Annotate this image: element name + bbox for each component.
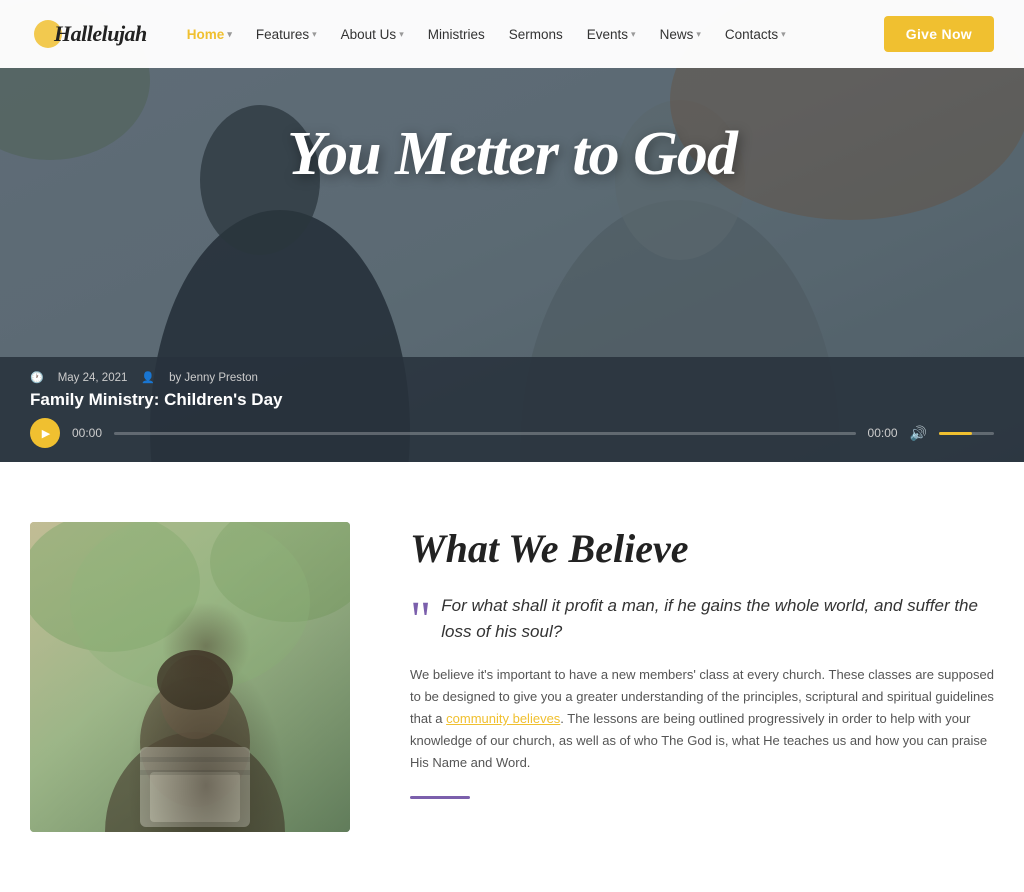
nav-item-events[interactable]: Events ▾ [577,21,646,48]
believe-section: What We Believe " For what shall it prof… [0,462,1024,892]
nav-item-about[interactable]: About Us ▾ [331,21,414,48]
audio-progress-track[interactable] [114,432,856,435]
audio-metadata: May 24, 2021 by Jenny Preston [30,371,994,384]
play-button[interactable] [30,418,60,448]
logo[interactable]: Hallelujah [30,20,147,48]
audio-title: Family Ministry: Children's Day [30,390,994,410]
section-title: What We Believe [410,527,994,571]
nav-item-home[interactable]: Home ▾ [177,21,242,48]
chevron-down-icon: ▾ [781,29,786,40]
image-overlay [30,522,350,832]
chevron-down-icon: ▾ [312,29,317,40]
volume-icon[interactable]: 🔊 [910,425,927,442]
community-link[interactable]: community believes [446,711,560,726]
give-now-button[interactable]: Give Now [884,16,994,52]
nav-links: Home ▾ Features ▾ About Us ▾ Ministries … [177,21,884,48]
quote-marks-icon: " [410,603,431,639]
blockquote-area: " For what shall it profit a man, if he … [410,593,994,644]
believe-text-content: What We Believe " For what shall it prof… [410,522,994,799]
nav-item-contacts[interactable]: Contacts ▾ [715,21,796,48]
nav-item-sermons[interactable]: Sermons [499,21,573,48]
audio-time-start: 00:00 [72,426,102,440]
volume-fill [939,432,972,435]
clock-icon [30,371,44,384]
audio-date: May 24, 2021 [58,372,128,384]
user-icon [141,371,155,384]
body-text: We believe it's important to have a new … [410,664,994,774]
chevron-down-icon: ▾ [399,29,404,40]
chevron-down-icon: ▾ [631,29,636,40]
believe-section-image [30,522,350,832]
accent-divider [410,796,470,799]
volume-track[interactable] [939,432,994,435]
nav-item-features[interactable]: Features ▾ [246,21,327,48]
navbar: Hallelujah Home ▾ Features ▾ About Us ▾ … [0,0,1024,68]
logo-label: Hallelujah [54,21,147,47]
chevron-down-icon: ▾ [227,29,232,40]
nav-item-news[interactable]: News ▾ [650,21,711,48]
hero-section: You Metter to God May 24, 2021 by Jenny … [0,0,1024,462]
chevron-down-icon: ▾ [696,29,701,40]
audio-player-bar: May 24, 2021 by Jenny Preston Family Min… [0,357,1024,462]
nav-item-ministries[interactable]: Ministries [418,21,495,48]
audio-controls: 00:00 00:00 🔊 [30,418,994,448]
blockquote-text: For what shall it profit a man, if he ga… [441,593,994,644]
audio-time-end: 00:00 [868,426,898,440]
hero-title: You Metter to God [0,120,1024,188]
audio-author: by Jenny Preston [169,372,258,384]
